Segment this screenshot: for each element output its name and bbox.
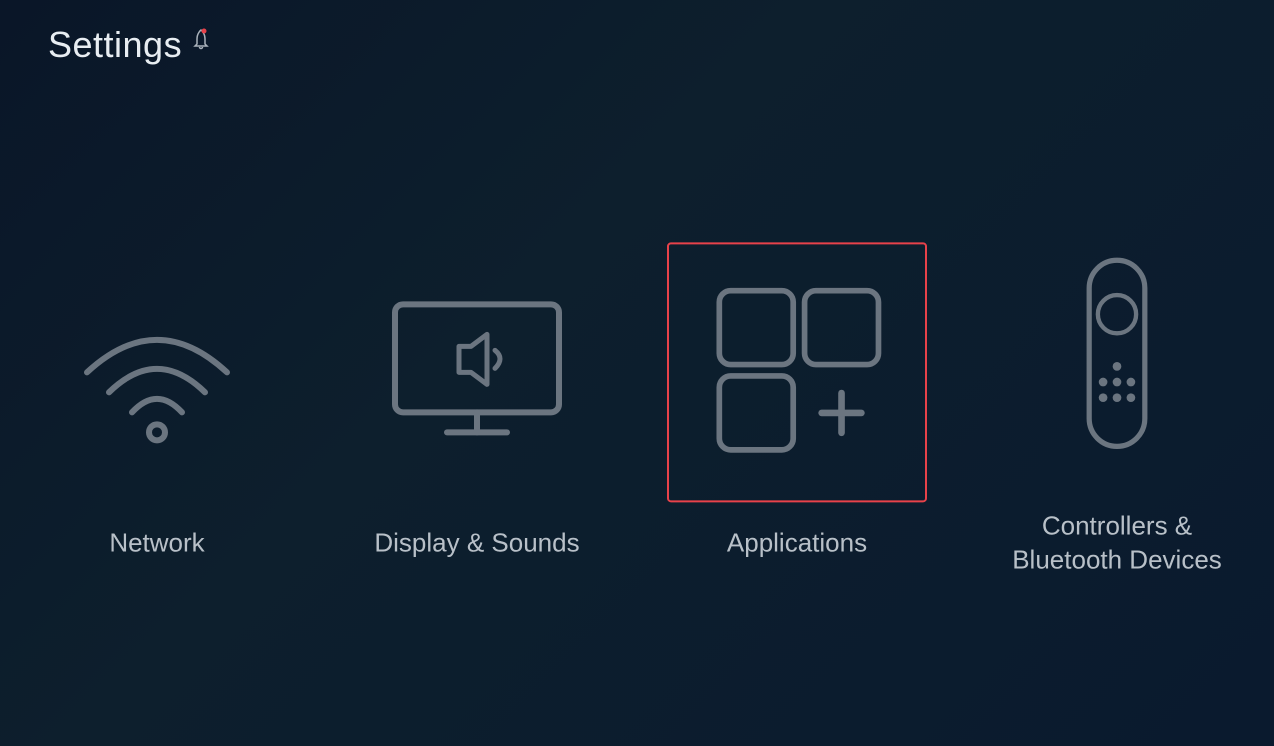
network-label: Network bbox=[109, 526, 204, 560]
applications-label: Applications bbox=[727, 526, 867, 560]
applications-icon bbox=[702, 280, 892, 465]
display-sounds-label: Display & Sounds bbox=[374, 526, 579, 560]
controllers-icon bbox=[1067, 253, 1167, 458]
applications-icon-container bbox=[667, 242, 927, 502]
settings-item-applications[interactable]: Applications bbox=[667, 242, 927, 560]
settings-item-display-sounds[interactable]: Display & Sounds bbox=[347, 242, 607, 560]
display-sounds-icon bbox=[387, 295, 567, 450]
controllers-icon-container bbox=[987, 225, 1247, 485]
page-title: Settings bbox=[48, 24, 212, 66]
display-icon-container bbox=[347, 242, 607, 502]
network-icon-container bbox=[27, 242, 287, 502]
controllers-label: Controllers &Bluetooth Devices bbox=[1012, 509, 1222, 577]
settings-grid: Network Display & Sounds bbox=[0, 225, 1274, 577]
settings-item-network[interactable]: Network bbox=[27, 242, 287, 560]
settings-item-controllers[interactable]: Controllers &Bluetooth Devices bbox=[987, 225, 1247, 577]
bell-icon bbox=[190, 28, 212, 56]
settings-title: Settings bbox=[48, 24, 182, 66]
wifi-icon bbox=[67, 297, 247, 447]
